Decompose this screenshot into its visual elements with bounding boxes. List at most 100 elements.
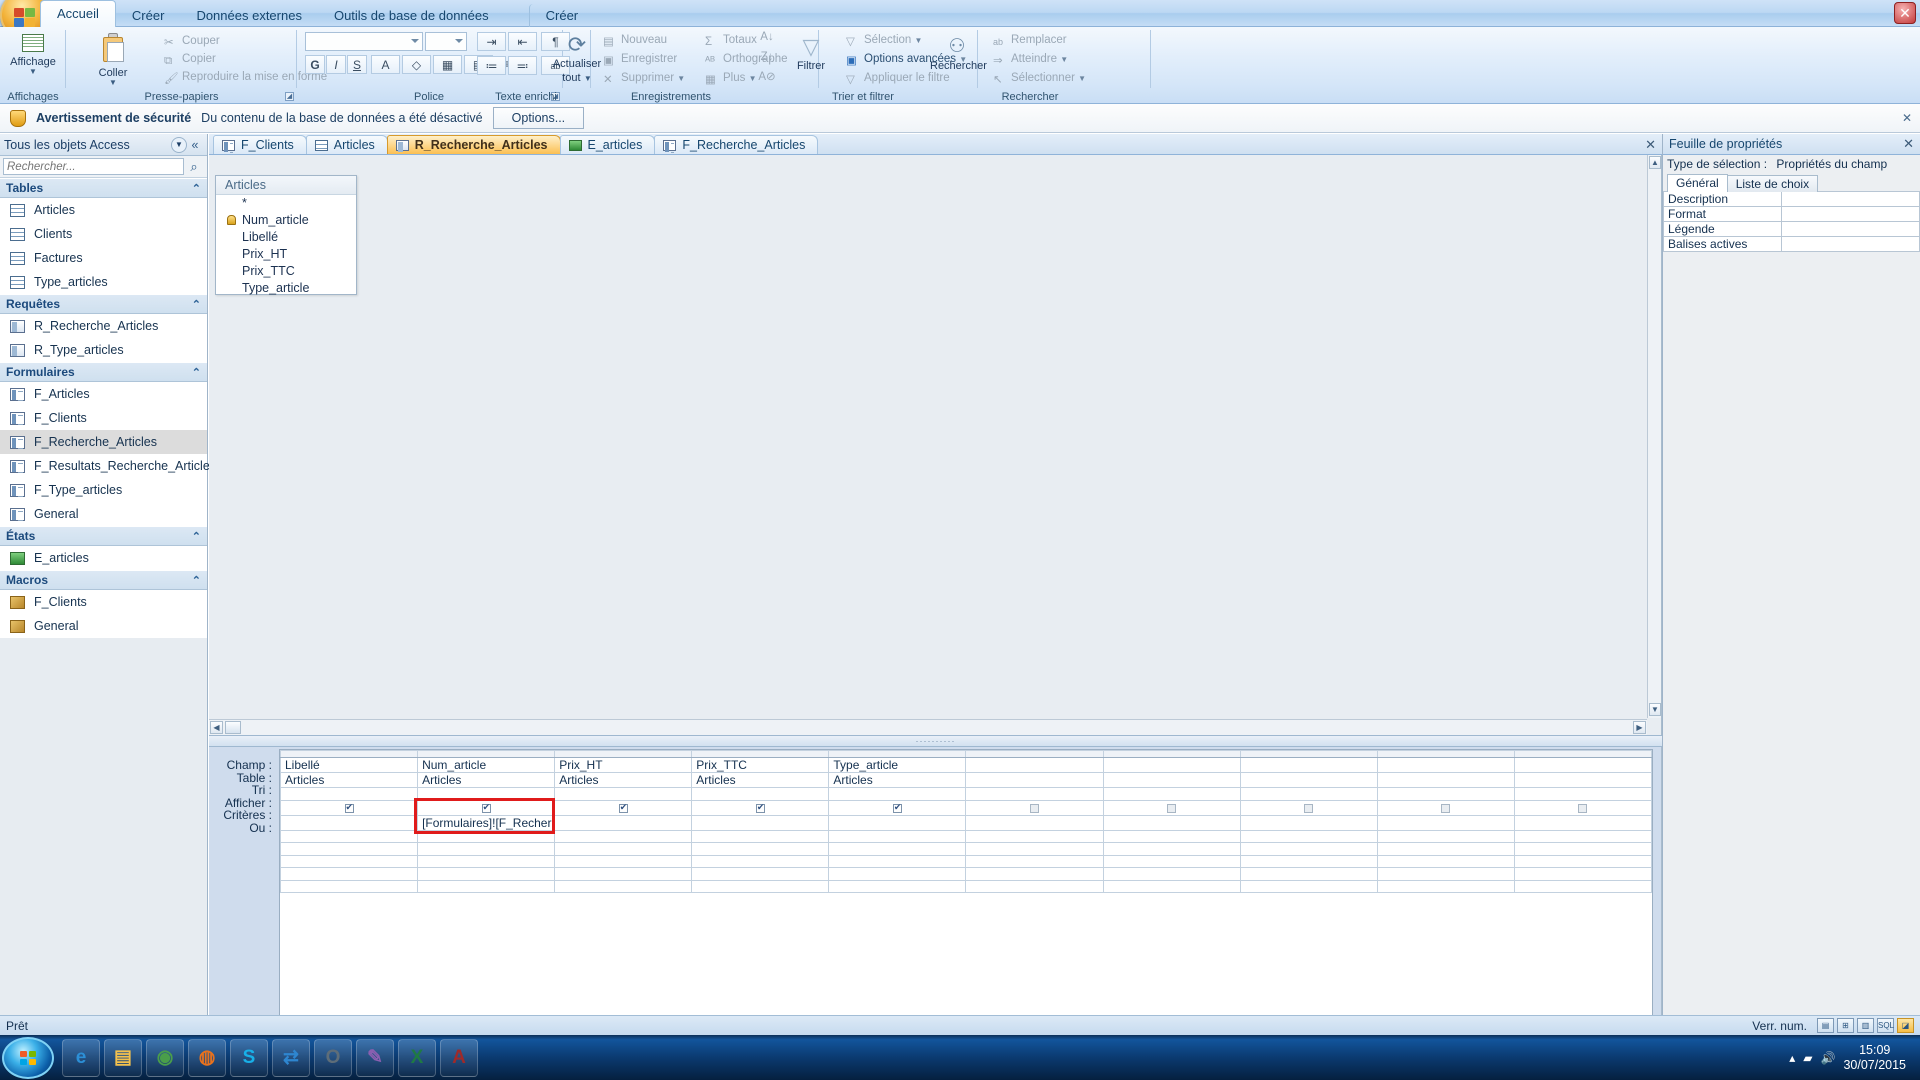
clock[interactable]: 15:09 30/07/2015 (1843, 1043, 1914, 1073)
scroll-up-button[interactable]: ▲ (1649, 156, 1661, 169)
query-grid-cell-table-8[interactable] (1376, 772, 1515, 788)
security-bar-close-button[interactable]: ✕ (1902, 111, 1912, 125)
query-grid-cell-or-9[interactable] (1513, 829, 1652, 843)
nav-item-E_articles[interactable]: E_articles (0, 546, 207, 570)
query-grid-show-checkbox-5[interactable] (965, 799, 1104, 816)
checkbox-checked-icon[interactable] (344, 802, 354, 813)
clipboard-dialog-launcher[interactable]: ◢ (285, 92, 294, 101)
query-grid-cell-criteria-1[interactable]: [Formulaires]![F_Recherche_Articles]![Li… (417, 814, 556, 831)
checkbox-unchecked-icon[interactable] (1578, 803, 1588, 813)
file-explorer-icon[interactable]: ▤ (104, 1038, 142, 1077)
filter-button[interactable]: ▽ Filtrer (784, 32, 838, 73)
query-grid-cell-field-4[interactable]: Type_article (828, 757, 967, 773)
query-grid-cell-empty[interactable] (1513, 842, 1652, 856)
fill-color-button[interactable]: ◇ (402, 55, 431, 74)
query-grid-cell-sort-8[interactable] (1376, 787, 1515, 801)
query-grid-cell-empty[interactable] (1513, 867, 1652, 881)
design-view-icon[interactable]: ◪ (1897, 1018, 1914, 1033)
underline-button[interactable]: S (347, 55, 367, 74)
field-list-item-Prix_HT[interactable]: Prix_HT (216, 246, 356, 263)
access-icon[interactable]: A (440, 1038, 478, 1077)
nav-item-R_Type_articles[interactable]: R_Type_articles (0, 338, 207, 362)
scroll-left-button[interactable]: ◀ (210, 721, 223, 734)
query-grid-cell-or-1[interactable] (417, 829, 556, 843)
query-grid-column-selector[interactable] (691, 750, 830, 758)
goto-button[interactable]: ⇒ Atteindre ▼ (991, 51, 1068, 68)
query-design-diagram-area[interactable]: Articles * Num_article Libellé Prix_HT Prix_… (209, 155, 1662, 735)
chrome-icon[interactable]: ◉ (146, 1038, 184, 1077)
query-grid-cell-field-3[interactable]: Prix_TTC (691, 757, 830, 773)
query-grid-cell-empty[interactable] (417, 842, 556, 856)
query-grid-cell-empty[interactable] (965, 879, 1104, 893)
query-grid-cell-empty[interactable] (1376, 879, 1515, 893)
property-sheet-close-button[interactable]: ✕ (1903, 136, 1914, 152)
pivottable-view-icon[interactable]: ⊞ (1837, 1018, 1854, 1033)
property-value[interactable] (1781, 236, 1920, 252)
query-grid-cell-field-5[interactable] (965, 757, 1104, 773)
paste-button[interactable]: Coller ▼ (86, 30, 140, 87)
query-grid-cell-empty[interactable] (280, 879, 419, 893)
query-grid-cell-table-0[interactable]: Articles (280, 772, 419, 788)
scroll-thumb[interactable] (225, 721, 241, 734)
query-grid-cell-or-8[interactable] (1376, 829, 1515, 843)
chevron-up-icon[interactable]: ⌃ (192, 298, 201, 311)
query-grid-cell-empty[interactable] (965, 854, 1104, 868)
view-button[interactable]: Affichage ▼ (6, 31, 60, 76)
nav-item-Type_articles[interactable]: Type_articles (0, 270, 207, 294)
query-grid-cell-empty[interactable] (828, 879, 967, 893)
ribbon-tab-accueil[interactable]: Accueil (40, 0, 116, 27)
query-grid-cell-field-7[interactable] (1239, 757, 1378, 773)
tab-general[interactable]: Général (1667, 174, 1728, 192)
font-color-button[interactable]: A (371, 55, 400, 74)
query-grid-show-checkbox-1[interactable] (417, 799, 556, 816)
ribbon-tab-outils-bdd[interactable]: Outils de base de données (318, 4, 505, 27)
query-grid-cell-field-1[interactable]: Num_article (417, 757, 556, 773)
more-button[interactable]: ▦ Plus ▼ (703, 70, 757, 87)
query-grid-cell-field-0[interactable]: Libellé (280, 757, 419, 773)
query-grid-cell-or-4[interactable] (828, 829, 967, 843)
query-grid-cell-table-9[interactable] (1513, 772, 1652, 788)
query-grid-cell-empty[interactable] (1239, 854, 1378, 868)
find-button[interactable]: ⚇ Rechercher (930, 32, 987, 72)
font-name-combo[interactable] (305, 32, 423, 51)
document-tab-E_articles[interactable]: E_articles (559, 135, 656, 154)
query-grid-cell-table-6[interactable] (1102, 772, 1241, 788)
skype-icon[interactable]: S (230, 1038, 268, 1077)
query-grid-cell-empty[interactable] (1376, 842, 1515, 856)
sort-ascending-button[interactable]: A↓ (755, 29, 779, 46)
nav-group-header-macros[interactable]: Macros ⌃ (0, 570, 207, 590)
chevron-up-icon[interactable]: ⌃ (192, 574, 201, 587)
query-grid-show-checkbox-0[interactable] (280, 799, 419, 816)
query-grid-cell-empty[interactable] (1376, 854, 1515, 868)
refresh-all-button[interactable]: ⟳ Actualiser tout ▼ (550, 30, 604, 85)
checkbox-checked-icon[interactable] (755, 802, 765, 813)
navigation-dropdown-button[interactable]: ▼ (171, 136, 187, 153)
sync-icon[interactable]: ⇄ (272, 1038, 310, 1077)
windows-start-icon[interactable] (2, 1036, 54, 1079)
italic-button[interactable]: I (326, 55, 346, 74)
new-record-button[interactable]: ▤ Nouveau (601, 32, 667, 49)
nav-item-Clients[interactable]: Clients (0, 222, 207, 246)
field-list-item-*[interactable]: * (216, 195, 356, 212)
query-grid-column-selector[interactable] (828, 750, 967, 758)
field-list-item-Prix_TTC[interactable]: Prix_TTC (216, 263, 356, 280)
sql-view-icon[interactable]: SQL (1877, 1018, 1894, 1033)
query-grid-cell-empty[interactable] (1513, 879, 1652, 893)
query-grid-cell-criteria-7[interactable] (1239, 814, 1378, 831)
query-grid-cell-empty[interactable] (1102, 867, 1241, 881)
document-close-button[interactable]: ✕ (1645, 137, 1656, 153)
query-grid-cell-criteria-9[interactable] (1513, 814, 1652, 831)
query-grid-cell-empty[interactable] (554, 867, 693, 881)
query-grid-cell-criteria-3[interactable] (691, 814, 830, 831)
nav-item-Factures[interactable]: Factures (0, 246, 207, 270)
paint-icon[interactable]: ✎ (356, 1038, 394, 1077)
query-grid-column-selector[interactable] (965, 750, 1104, 758)
volume-icon[interactable]: 🔊 (1820, 1051, 1835, 1065)
query-grid-cell-or-0[interactable] (280, 829, 419, 843)
query-grid-cell-criteria-4[interactable] (828, 814, 967, 831)
query-grid-cell-table-5[interactable] (965, 772, 1104, 788)
ribbon-tab-creer-contextual[interactable]: Créer (528, 4, 595, 27)
nav-item-F_Clients[interactable]: F_Clients (0, 406, 207, 430)
query-grid-cell-empty[interactable] (280, 867, 419, 881)
field-list-item-Libellé[interactable]: Libellé (216, 229, 356, 246)
